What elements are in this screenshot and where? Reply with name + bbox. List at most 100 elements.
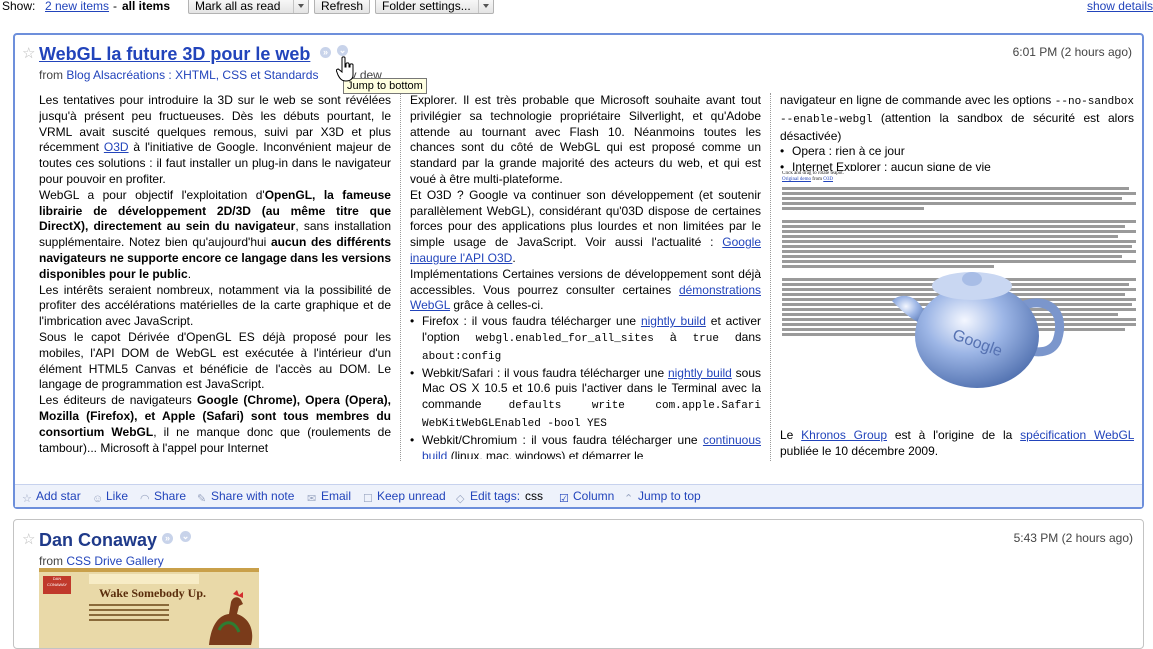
- add-star-button[interactable]: ☆ Add star: [22, 485, 81, 507]
- thumbnail-band: [39, 568, 259, 572]
- code: true: [692, 332, 719, 345]
- add-star-label: Add star: [36, 489, 81, 503]
- text: Le: [780, 427, 802, 442]
- jump-to-top-button[interactable]: ⌃ Jump to top: [624, 485, 701, 507]
- demo-caption: Original demo from O3D: [782, 177, 1136, 183]
- text: from: [811, 177, 824, 182]
- entry-time: 5:43 PM (2 hours ago): [1013, 531, 1133, 545]
- spec-link[interactable]: spécification WebGL: [1020, 428, 1134, 442]
- from-label: from: [39, 554, 63, 568]
- share-with-note-button[interactable]: ✎ Share with note: [197, 485, 294, 507]
- demo-link[interactable]: Original demo: [782, 177, 811, 182]
- paragraph: Explorer. Il est très probable que Micro…: [410, 93, 761, 186]
- like-button[interactable]: ☺ Like: [92, 485, 128, 507]
- show-details-link[interactable]: show details: [1087, 0, 1153, 13]
- entry-source: from Blog Alsacréations : XHTML, CSS et …: [39, 68, 382, 82]
- share-label: Share: [154, 489, 187, 503]
- jump-to-top-label: Jump to top: [638, 489, 701, 503]
- text: grâce à celles-ci.: [450, 298, 544, 313]
- nightly-build-link[interactable]: nightly build: [641, 314, 706, 328]
- text: .: [187, 266, 192, 281]
- webgl-demo-image: Click and drag to rotate teapot. Origina…: [782, 171, 1136, 416]
- email-icon: ✉: [307, 493, 317, 505]
- star-icon[interactable]: ☆: [22, 532, 35, 547]
- entry-title[interactable]: WebGL la future 3D pour le web: [39, 44, 310, 65]
- paragraph: Implémentations Certaines versions de dé…: [410, 267, 761, 314]
- text: dans: [718, 329, 761, 344]
- text: (linux, mac, windows) et démarrer le: [447, 448, 644, 459]
- new-items-link[interactable]: 2 new items: [45, 0, 109, 13]
- paragraph: Les intérêts seraient nombreux, notammen…: [39, 282, 391, 329]
- text: à: [653, 329, 693, 344]
- thumbnail-logo: DAN CONAWAY: [43, 576, 71, 594]
- open-original-icon[interactable]: »: [162, 533, 173, 544]
- mark-all-read-button[interactable]: Mark all as read: [188, 0, 309, 14]
- edit-tags-label: Edit tags:: [470, 489, 521, 503]
- all-items-label: all items: [122, 0, 171, 13]
- mark-all-read-label: Mark all as read: [195, 0, 281, 13]
- text: .: [512, 250, 516, 265]
- source-link[interactable]: Blog Alsacréations : XHTML, CSS et Stand…: [66, 68, 318, 82]
- browser-list: Firefox : il vous faudra télécharger une…: [410, 314, 761, 459]
- tag-value: css: [525, 489, 544, 503]
- jump-to-bottom-icon[interactable]: ⌄: [180, 531, 191, 542]
- text: publiée le 10 décembre 2009.: [780, 443, 939, 458]
- source-link[interactable]: CSS Drive Gallery: [66, 554, 163, 568]
- column-toggle[interactable]: ☑ Column: [559, 485, 614, 507]
- list-item: Firefox : il vous faudra télécharger une…: [410, 314, 761, 365]
- share-button[interactable]: ◠ Share: [140, 485, 186, 507]
- jump-to-bottom-icon[interactable]: ⌄: [337, 45, 348, 56]
- paragraph: WebGL a pour objectif l'exploitation d'O…: [39, 188, 391, 283]
- site-thumbnail: DAN CONAWAY Wake Somebody Up.: [39, 568, 259, 648]
- rooster-icon: [209, 590, 253, 645]
- checked-icon[interactable]: ☑: [559, 494, 570, 505]
- show-separator: -: [113, 0, 117, 13]
- text: Et O3D ? Google va continuer son dévelop…: [410, 187, 761, 250]
- thumbnail-nav: [89, 574, 199, 584]
- thumbnail-logo-text: DAN CONAWAY: [46, 576, 68, 587]
- paragraph: Et O3D ? Google va continuer son dévelop…: [410, 188, 761, 267]
- share-icon: ◠: [140, 493, 150, 505]
- star-icon[interactable]: ☆: [22, 46, 35, 61]
- folder-settings-label: Folder settings...: [382, 0, 471, 13]
- paragraph: navigateur en ligne de commande avec les…: [780, 93, 1134, 144]
- chevron-down-icon[interactable]: [478, 0, 493, 13]
- text: Webkit/Chromium : il vous faudra télécha…: [422, 432, 703, 447]
- paragraph: Le Khronos Group est à l'origine de la s…: [780, 428, 1134, 459]
- chevron-down-icon[interactable]: [293, 0, 308, 13]
- text: WebGL a pour objectif l'exploitation d': [39, 187, 265, 202]
- nightly-build-link[interactable]: nightly build: [668, 366, 732, 380]
- share-with-note-label: Share with note: [211, 489, 295, 503]
- demo-link[interactable]: O3D: [823, 177, 833, 182]
- paragraph: Sous le capot Dérivée d'OpenGL ES déjà p…: [39, 329, 391, 392]
- article-column-1: Les tentatives pour introduire la 3D sur…: [39, 93, 391, 459]
- email-button[interactable]: ✉ Email: [307, 485, 351, 507]
- keep-unread-button[interactable]: ☐ Keep unread: [363, 485, 446, 507]
- paragraph: Les tentatives pour introduire la 3D sur…: [39, 93, 391, 188]
- from-label: from: [39, 68, 63, 82]
- show-label: Show:: [2, 0, 36, 13]
- o3d-link[interactable]: O3D: [104, 140, 129, 154]
- entry-title[interactable]: Dan Conaway: [39, 530, 157, 551]
- column-divider: [770, 93, 771, 461]
- like-label: Like: [106, 489, 129, 503]
- refresh-button[interactable]: Refresh: [314, 0, 370, 14]
- code: webgl.enabled_for_all_sites: [475, 332, 654, 345]
- checkbox-icon[interactable]: ☐: [363, 494, 374, 505]
- folder-settings-button[interactable]: Folder settings...: [375, 0, 494, 14]
- edit-tags-button[interactable]: ◇ Edit tags: css: [456, 485, 543, 507]
- khronos-link[interactable]: Khronos Group: [801, 428, 887, 442]
- refresh-label: Refresh: [321, 0, 364, 13]
- list-item: Opera : rien à ce jour: [780, 144, 1134, 160]
- entry-action-bar: ☆ Add star ☺ Like ◠ Share ✎ Share with note …: [15, 484, 1142, 507]
- paragraph: Les éditeurs de navigateurs Google (Chro…: [39, 393, 391, 456]
- entry-card[interactable]: ☆ Dan Conaway » ⌄ 5:43 PM (2 hours ago) …: [13, 519, 1144, 649]
- text: navigateur en ligne de commande avec les…: [780, 93, 1055, 107]
- teapot-graphic: Google: [892, 272, 1065, 388]
- email-label: Email: [321, 489, 352, 503]
- note-icon: ✎: [197, 493, 207, 505]
- text: Les éditeurs de navigateurs: [39, 393, 197, 408]
- star-icon: ☆: [22, 493, 32, 505]
- tag-icon: ◇: [456, 493, 465, 505]
- open-original-icon[interactable]: »: [320, 47, 331, 58]
